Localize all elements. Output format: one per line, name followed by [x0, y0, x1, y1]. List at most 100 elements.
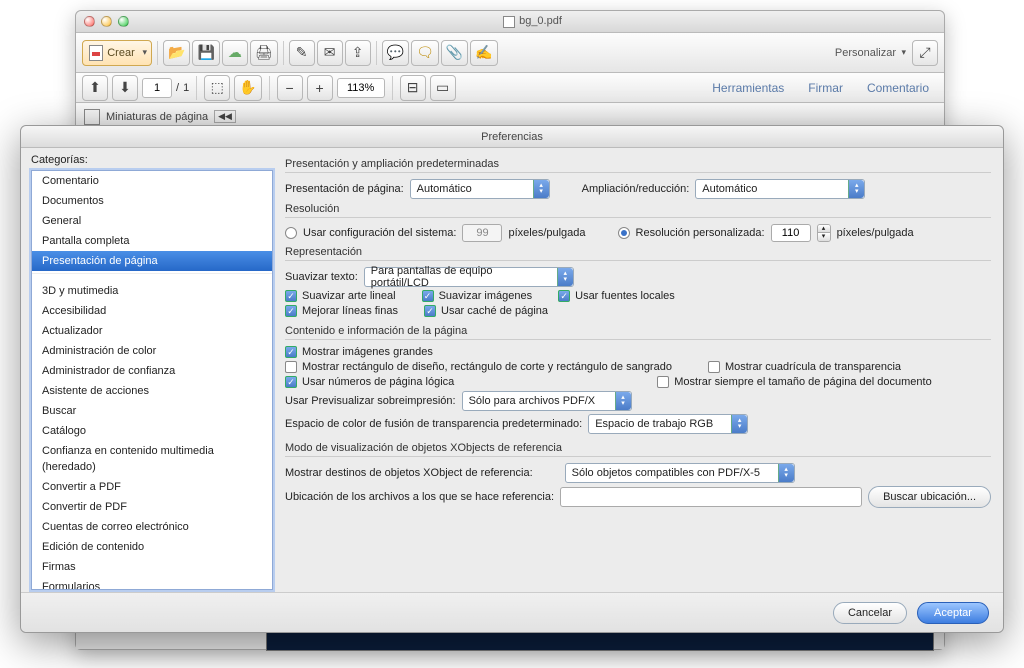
cat-item[interactable]: Administrador de confianza [32, 361, 272, 381]
page-sep: / [176, 82, 179, 94]
custom-resolution-radio[interactable] [618, 227, 630, 239]
xobject-dest-label: Mostrar destinos de objetos XObject de r… [285, 467, 533, 479]
cancel-button[interactable]: Cancelar [833, 602, 907, 624]
cat-item[interactable]: Catálogo [32, 421, 272, 441]
browse-button[interactable]: Buscar ubicación... [868, 486, 991, 508]
window-title: bg_0.pdf [519, 15, 562, 27]
cloud-button[interactable]: ☁ [222, 40, 248, 66]
cat-item[interactable]: 3D y mutimedia [32, 281, 272, 301]
local-fonts-checkbox[interactable] [558, 290, 570, 302]
smooth-text-label: Suavizar texto: [285, 271, 358, 283]
large-images-checkbox[interactable] [285, 346, 297, 358]
zoom-window-icon[interactable] [118, 16, 129, 27]
show-page-size-checkbox[interactable] [657, 376, 669, 388]
expand-button[interactable]: ⤢ [912, 40, 938, 66]
print-button[interactable]: 🖨 [250, 40, 278, 66]
share-button[interactable]: ⇪ [345, 40, 371, 66]
zoom-in-button[interactable]: + [307, 75, 333, 101]
titlebar: bg_0.pdf [76, 11, 944, 33]
customize-toolbar-button[interactable]: Personalizar [825, 40, 910, 66]
stamp-button[interactable]: 🗨 [411, 40, 439, 66]
smooth-lineart-checkbox[interactable] [285, 290, 297, 302]
cat-item[interactable]: Cuentas de correo electrónico [32, 517, 272, 537]
section-content-title: Contenido e información de la página [285, 325, 991, 337]
cat-item[interactable]: Accesibilidad [32, 301, 272, 321]
cat-item[interactable]: Confianza en contenido multimedia (hered… [32, 441, 272, 477]
cat-item[interactable]: Convertir a PDF [32, 477, 272, 497]
ok-button[interactable]: Aceptar [917, 602, 989, 624]
sign-button[interactable]: ✍ [470, 40, 497, 66]
page-down-button[interactable]: ⬇ [112, 75, 138, 101]
blend-space-select[interactable]: Espacio de trabajo RGB▴▾ [588, 414, 748, 434]
cat-pantalla-completa[interactable]: Pantalla completa [32, 231, 272, 251]
hand-tool-button[interactable]: ✋ [234, 75, 261, 101]
custom-ppi-input[interactable] [771, 224, 811, 242]
comment-link[interactable]: Comentario [858, 76, 938, 100]
close-window-icon[interactable] [84, 16, 95, 27]
cat-item[interactable]: Formularios [32, 577, 272, 590]
zoom-input[interactable] [337, 78, 385, 98]
zoom-label: Ampliación/reducción: [582, 183, 690, 195]
sign-link[interactable]: Firmar [799, 76, 852, 100]
stepper-up-icon: ▴ [818, 225, 830, 233]
xobject-dest-select[interactable]: Sólo objetos compatibles con PDF/X-5▴▾ [565, 463, 795, 483]
show-boxes-checkbox[interactable] [285, 361, 297, 373]
comment-button[interactable]: 💬 [382, 40, 409, 66]
cat-documentos[interactable]: Documentos [32, 191, 272, 211]
cat-item[interactable]: Asistente de acciones [32, 381, 272, 401]
ppi-unit2: píxeles/pulgada [837, 227, 914, 239]
dialog-title: Preferencias [21, 126, 1003, 148]
section-resolution-title: Resolución [285, 203, 991, 215]
cat-item[interactable]: Convertir de PDF [32, 497, 272, 517]
page-up-button[interactable]: ⬆ [82, 75, 108, 101]
overprint-select[interactable]: Sólo para archivos PDF/X▴▾ [462, 391, 632, 411]
page-number-input[interactable] [142, 78, 172, 98]
select-tool-button[interactable]: ⬚ [204, 75, 230, 101]
overprint-label: Usar Previsualizar sobreimpresión: [285, 395, 456, 407]
navigation-toolbar: ⬆ ⬇ / 1 ⬚ ✋ − + ⊟ ▭ Herramientas Firmar … [76, 73, 944, 103]
xobject-loc-input[interactable] [560, 487, 862, 507]
use-system-label: Usar configuración del sistema: [303, 227, 456, 239]
transparency-grid-checkbox[interactable] [708, 361, 720, 373]
collapse-thumbs-button[interactable]: ◀◀ [214, 110, 236, 123]
cat-item[interactable]: Actualizador [32, 321, 272, 341]
zoom-select[interactable]: Automático▴▾ [695, 179, 865, 199]
zoom-out-button[interactable]: − [277, 75, 303, 101]
smooth-text-select[interactable]: Para pantallas de equipo portátil/LCD▴▾ [364, 267, 574, 287]
smooth-images-checkbox[interactable] [422, 290, 434, 302]
attach-button[interactable]: 📎 [441, 40, 468, 66]
fit-page-button[interactable]: ▭ [430, 75, 456, 101]
fit-width-button[interactable]: ⊟ [400, 75, 426, 101]
cat-comentario[interactable]: Comentario [32, 171, 272, 191]
cat-item[interactable]: Buscar [32, 401, 272, 421]
ppi-unit: píxeles/pulgada [508, 227, 585, 239]
system-ppi-value [462, 224, 502, 242]
cat-presentacion-pagina[interactable]: Presentación de página [32, 251, 272, 271]
logical-pages-checkbox[interactable] [285, 376, 297, 388]
pdf-file-icon [503, 16, 515, 28]
section-xobjects-title: Modo de visualización de objetos XObject… [285, 442, 991, 454]
cat-item[interactable]: Firmas [32, 557, 272, 577]
edit-button[interactable]: ✎ [289, 40, 315, 66]
page-cache-checkbox[interactable] [424, 305, 436, 317]
email-button[interactable]: ✉ [317, 40, 343, 66]
enhance-lines-checkbox[interactable] [285, 305, 297, 317]
thumbnails-label: Miniaturas de página [106, 111, 208, 123]
category-list[interactable]: Comentario Documentos General Pantalla c… [31, 170, 273, 590]
cat-item[interactable]: Administración de color [32, 341, 272, 361]
thumbnails-icon [84, 109, 100, 125]
cat-general[interactable]: General [32, 211, 272, 231]
minimize-window-icon[interactable] [101, 16, 112, 27]
page-total: 1 [183, 82, 189, 94]
custom-resolution-label: Resolución personalizada: [636, 227, 765, 239]
page-layout-select[interactable]: Automático▴▾ [410, 179, 550, 199]
use-system-radio[interactable] [285, 227, 297, 239]
cat-item[interactable]: Edición de contenido [32, 537, 272, 557]
ppi-stepper[interactable]: ▴▾ [817, 224, 831, 242]
open-button[interactable]: 📂 [163, 40, 190, 66]
save-button[interactable]: 💾 [192, 40, 219, 66]
create-button[interactable]: Crear [82, 40, 152, 66]
preferences-dialog: Preferencias Categorías: Comentario Docu… [20, 125, 1004, 633]
tools-link[interactable]: Herramientas [703, 76, 793, 100]
section-layout-title: Presentación y ampliación predeterminada… [285, 158, 991, 170]
